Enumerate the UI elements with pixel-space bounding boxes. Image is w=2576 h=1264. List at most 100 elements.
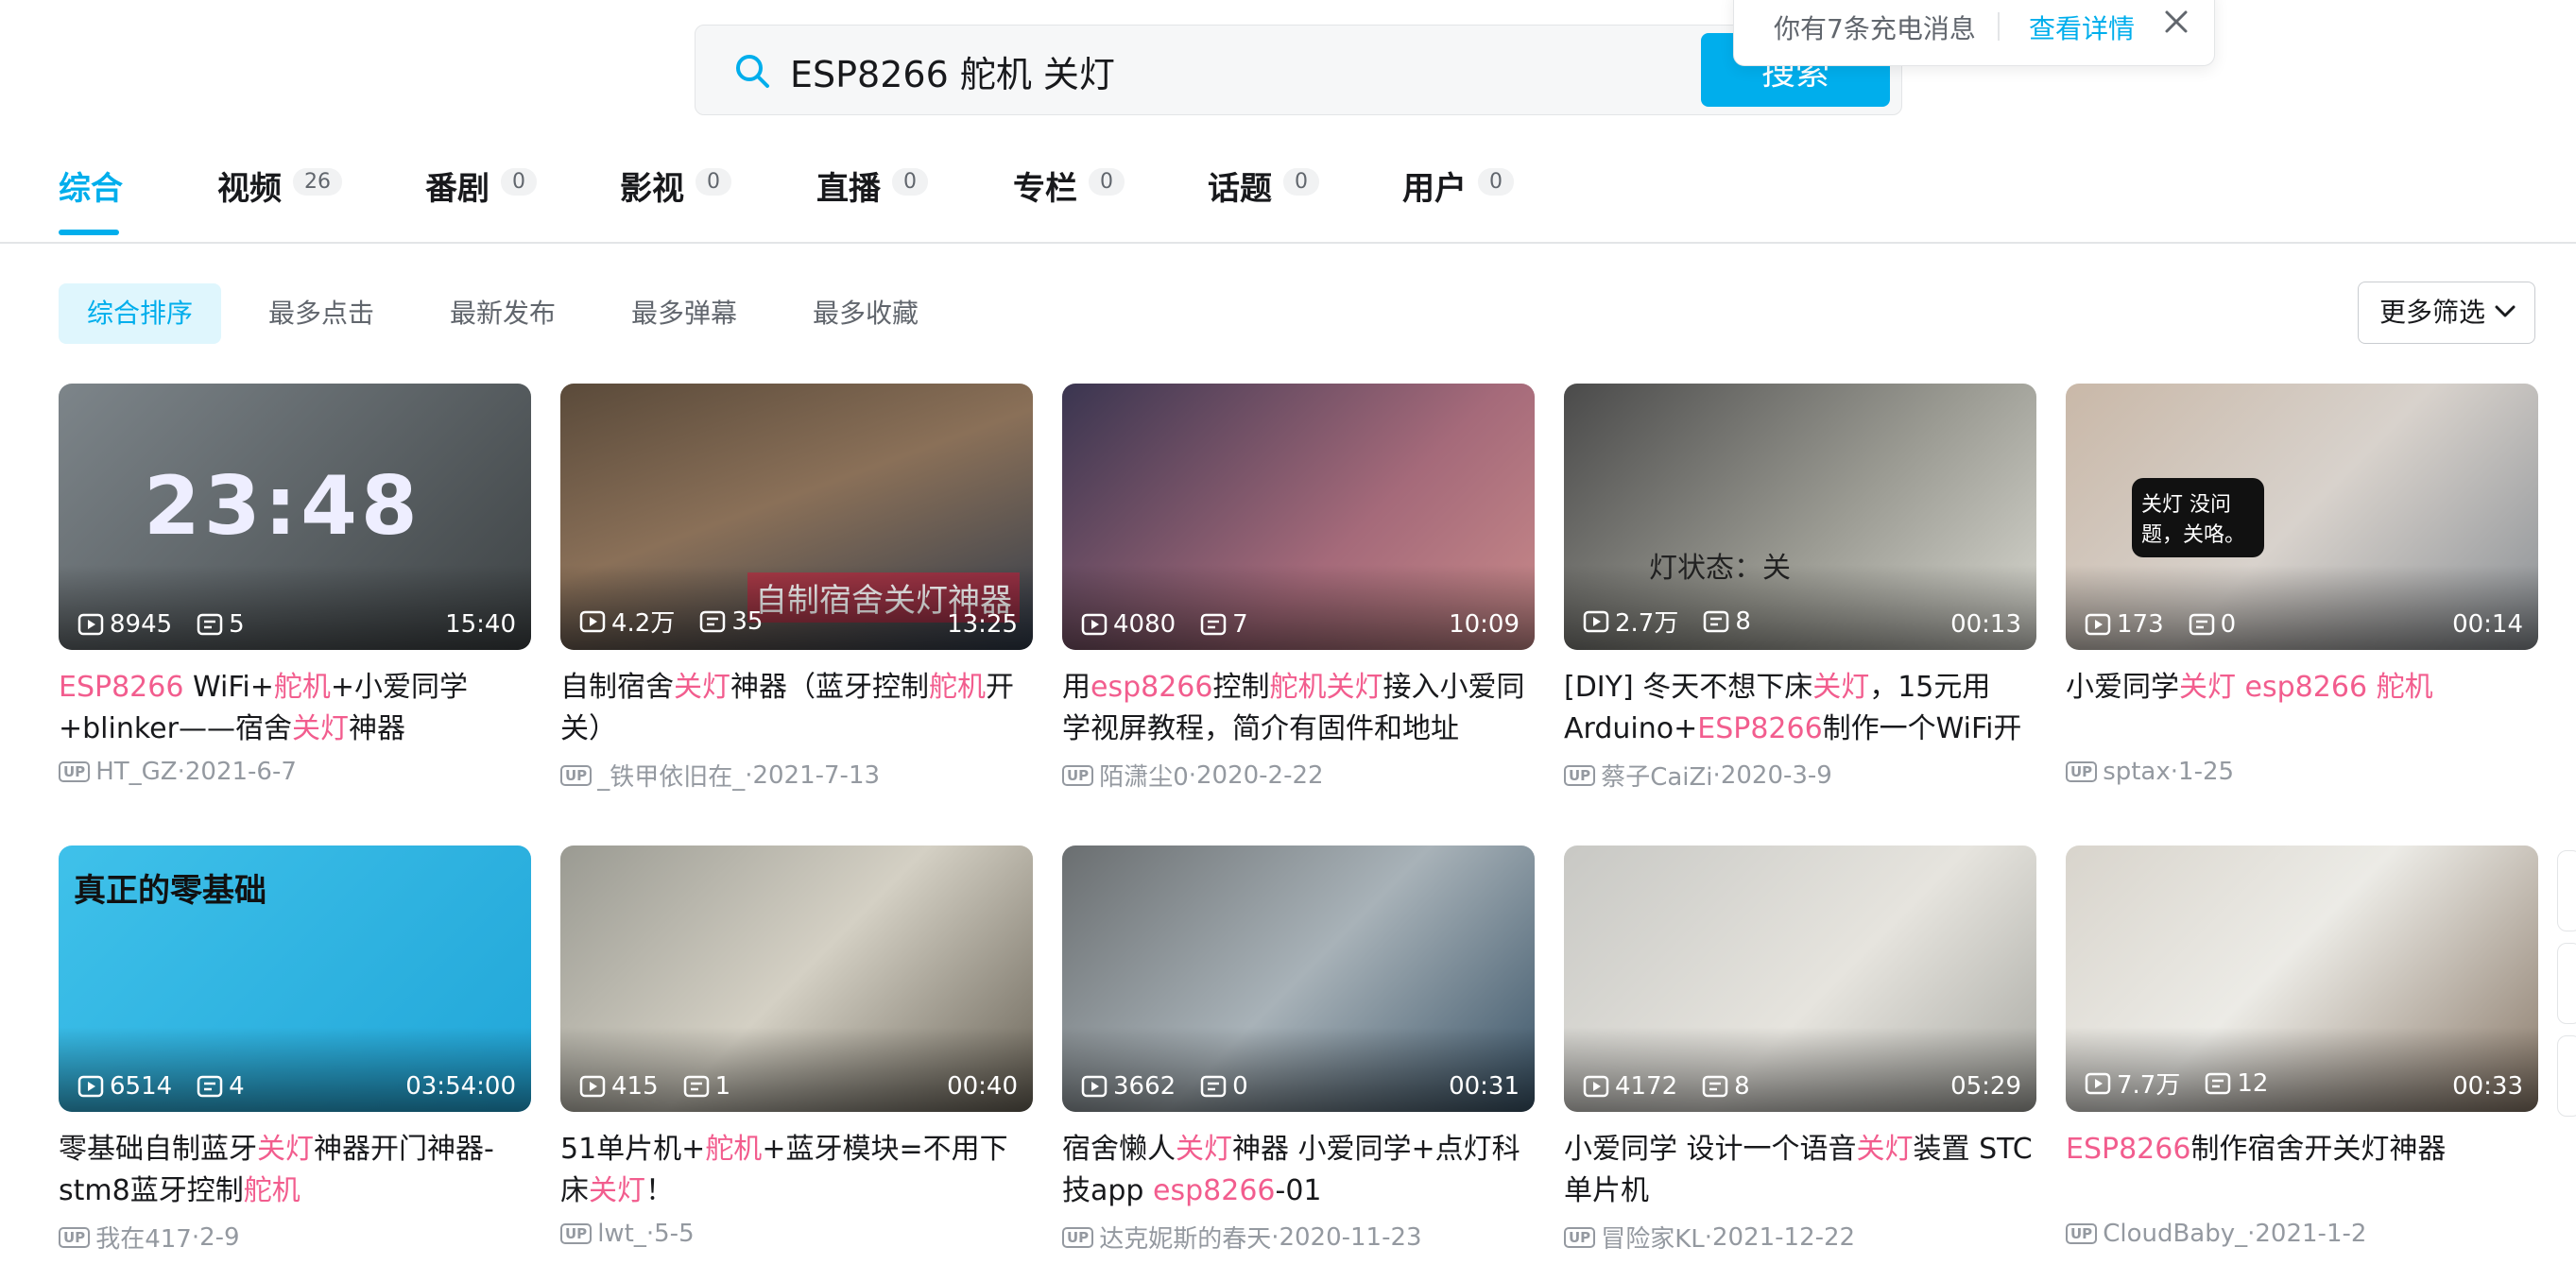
tab-2[interactable]: 番剧 0 (425, 162, 537, 238)
side-widget[interactable] (2557, 1035, 2576, 1117)
tab-0[interactable]: 综合 (59, 162, 123, 238)
video-card[interactable]: 真正的零基础 6514 4 03:54:00 零基础自制蓝牙关灯神器开门神器-stm8蓝… (59, 846, 531, 1255)
title-keyword-highlight: 关灯 (1856, 1133, 1914, 1166)
author-name[interactable]: 我在417 (95, 1220, 192, 1255)
title-text: 自制宿舍 (560, 671, 674, 704)
author-name[interactable]: lwt_ (597, 1220, 646, 1248)
video-title[interactable]: [DIY] 冬天不想下床关灯，15元用Arduino+ESP8266制作一个Wi… (1564, 667, 2036, 750)
title-keyword-highlight: ESP8266 (1697, 712, 1823, 745)
video-title[interactable]: 宿舍懒人关灯神器 小爱同学+点灯科技app esp8266-01 (1062, 1129, 1535, 1212)
tab-3[interactable]: 影视 0 (620, 162, 731, 238)
title-keyword-highlight: 舵机 (1269, 671, 1327, 704)
video-thumbnail[interactable]: 真正的零基础 6514 4 03:54:00 (59, 846, 531, 1112)
video-thumbnail[interactable]: 自制宿舍关灯神器4.2万3513:25 (560, 384, 1033, 650)
video-title[interactable]: 自制宿舍关灯神器（蓝牙控制舵机开关） (560, 667, 1033, 750)
title-text: 零基础自制蓝牙 (59, 1133, 257, 1166)
tab-label: 直播 (816, 170, 881, 208)
sort-option-3[interactable]: 最多弹幕 (631, 283, 737, 344)
video-card[interactable]: 3662 0 00:31 宿舍懒人关灯神器 小爱同学+点灯科技app esp8266-… (1062, 846, 1535, 1255)
video-title[interactable]: 零基础自制蓝牙关灯神器开门神器-stm8蓝牙控制舵机 (59, 1129, 531, 1212)
title-keyword-highlight: 关灯 (589, 1174, 645, 1207)
tab-label: 番剧 (425, 170, 489, 208)
publish-date: 2021-12-22 (1712, 1222, 1856, 1252)
tab-label: 影视 (620, 170, 684, 208)
publish-date: 2020-11-23 (1279, 1222, 1422, 1252)
publish-date: 2020-3-9 (1720, 760, 1832, 790)
title-text: -01 (1275, 1174, 1322, 1207)
video-thumbnail[interactable]: 灯状态：关2.7万800:13 (1564, 384, 2036, 650)
title-keyword-highlight: ESP8266 (59, 671, 184, 704)
video-stats: 415 1 (579, 1072, 730, 1101)
video-card[interactable]: 关灯 没问题，关咯。 173 0 00:14 小爱同学关灯 esp8266 舵机 UP sp… (2066, 384, 2538, 786)
video-title[interactable]: 用esp8266控制舵机关灯接入小爱同学视屏教程，简介有固件和地址 (1062, 667, 1535, 750)
meta-separator: · (745, 760, 753, 790)
video-thumbnail[interactable]: 23:48 8945 5 15:40 (59, 384, 531, 650)
meta-separator: · (2247, 1220, 2256, 1248)
video-thumbnail[interactable]: 415 1 00:40 (560, 846, 1033, 1112)
title-keyword-highlight: 舵机 (2376, 671, 2433, 704)
video-thumbnail[interactable]: 4172 8 05:29 (1564, 846, 2036, 1112)
tab-4[interactable]: 直播 0 (816, 162, 928, 238)
video-card[interactable]: 7.7万 12 00:33 ESP8266制作宿舍开关灯神器 UP CloudBaby_ … (2066, 846, 2538, 1248)
video-card[interactable]: 4172 8 05:29 小爱同学 设计一个语音关灯装置 STC单片机 UP 冒险家KL … (1564, 846, 2036, 1255)
video-duration: 13:25 (947, 610, 1018, 639)
tab-7[interactable]: 用户 0 (1402, 162, 1514, 238)
sort-option-1[interactable]: 最多点击 (268, 283, 374, 344)
tab-count-badge: 0 (1283, 168, 1319, 196)
video-meta: UP HT_GZ · 2021-6-7 (59, 758, 531, 786)
more-filter-button[interactable]: 更多筛选 (2358, 282, 2535, 344)
author-name[interactable]: CloudBaby_ (2103, 1220, 2247, 1248)
side-widget[interactable] (2557, 850, 2576, 931)
danmaku-icon (197, 1075, 223, 1098)
video-thumbnail[interactable]: 7.7万 12 00:33 (2066, 846, 2538, 1112)
author-name[interactable]: 陌潇尘0 (1099, 758, 1189, 793)
side-widget[interactable] (2557, 943, 2576, 1024)
author-name[interactable]: 蔡子CaiZi (1601, 758, 1712, 793)
search-input[interactable] (790, 41, 1622, 101)
video-title[interactable]: ESP8266 WiFi+舵机+小爱同学+blinker——宿舍关灯神器 (59, 667, 531, 750)
video-thumbnail[interactable]: 3662 0 00:31 (1062, 846, 1535, 1112)
video-card[interactable]: 23:48 8945 5 15:40 ESP8266 WiFi+舵机+小爱同学+blin… (59, 384, 531, 786)
video-thumbnail[interactable]: 关灯 没问题，关咯。 173 0 00:14 (2066, 384, 2538, 650)
title-text: 神器（蓝牙控制 (730, 671, 929, 704)
sort-option-2[interactable]: 最新发布 (450, 283, 556, 344)
view-details-link[interactable]: 查看详情 (2029, 9, 2135, 46)
video-title[interactable]: ESP8266制作宿舍开关灯神器 (2066, 1129, 2538, 1212)
title-keyword-highlight: 舵机 (705, 1133, 763, 1166)
video-title[interactable]: 51单片机+舵机+蓝牙模块=不用下床关灯！ (560, 1129, 1033, 1212)
title-keyword-highlight: 舵机 (273, 671, 331, 704)
video-card[interactable]: 415 1 00:40 51单片机+舵机+蓝牙模块=不用下床关灯！ UP lwt_ · 5… (560, 846, 1033, 1248)
tab-6[interactable]: 话题 0 (1208, 162, 1319, 238)
close-icon[interactable] (2159, 5, 2193, 39)
video-title[interactable]: 小爱同学 设计一个语音关灯装置 STC单片机 (1564, 1129, 2036, 1212)
view-count: 2.7万 (1615, 609, 1679, 638)
video-card[interactable]: 4080 7 10:09 用esp8266控制舵机关灯接入小爱同学视屏教程，简介有固件… (1062, 384, 1535, 793)
tabs-divider (0, 242, 2576, 244)
author-name[interactable]: 冒险家KL (1601, 1220, 1705, 1255)
author-name[interactable]: 达克妮斯的春天 (1099, 1220, 1271, 1255)
tab-1[interactable]: 视频 26 (217, 162, 342, 238)
view-count: 173 (2117, 610, 2164, 639)
title-keyword-highlight: 关灯 (1812, 671, 1870, 704)
danmaku-icon (700, 610, 726, 632)
video-meta: UP lwt_ · 5-5 (560, 1220, 1033, 1248)
meta-separator: · (191, 1222, 200, 1252)
title-keyword-highlight: esp8266 (1091, 671, 1213, 704)
tab-5[interactable]: 专栏 0 (1013, 162, 1125, 238)
video-meta: UP sptax · 1-25 (2066, 758, 2538, 786)
title-text: 小爱同学 设计一个语音 (1564, 1133, 1857, 1166)
video-stats: 4080 7 (1081, 610, 1248, 639)
author-name[interactable]: HT_GZ (95, 758, 177, 786)
video-thumbnail[interactable]: 4080 7 10:09 (1062, 384, 1535, 650)
author-name[interactable]: _铁甲依旧在_ (597, 758, 745, 793)
active-tab-indicator (59, 230, 119, 235)
author-name[interactable]: sptax (2103, 758, 2171, 786)
sort-option-4[interactable]: 最多收藏 (813, 283, 919, 344)
video-card[interactable]: 自制宿舍关灯神器4.2万3513:25自制宿舍关灯神器（蓝牙控制舵机开关）UP_… (560, 384, 1033, 793)
video-card[interactable]: 灯状态：关2.7万800:13 [DIY] 冬天不想下床关灯，15元用Arduin… (1564, 384, 2036, 793)
sort-option-0[interactable]: 综合排序 (59, 283, 222, 344)
meta-separator: · (1712, 760, 1721, 790)
thumbnail-overlay-text: 关灯 没问题，关咯。 (2132, 478, 2264, 557)
video-title[interactable]: 小爱同学关灯 esp8266 舵机 (2066, 667, 2538, 750)
title-text: [DIY] 冬天不想下床 (1564, 671, 1813, 704)
